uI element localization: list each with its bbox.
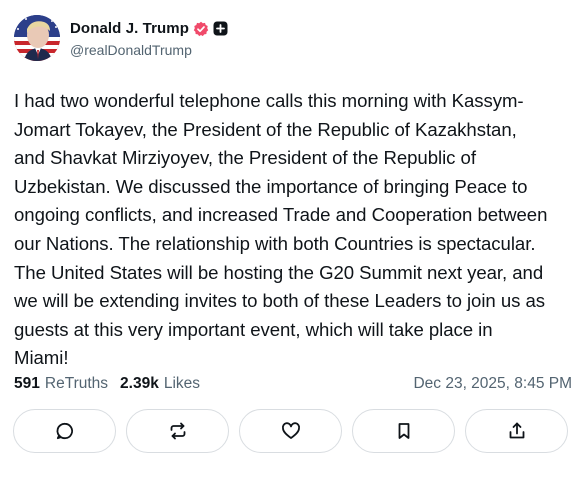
avatar-image [14,15,60,61]
author-info: Donald J. Trump @realDonaldTrump [70,19,228,58]
share-button[interactable] [465,409,568,453]
reply-icon [56,422,73,440]
likes-label: Likes [163,375,201,392]
retruths-label: ReTruths [44,375,109,392]
name-row: Donald J. Trump [70,19,228,39]
post-stats: 591 ReTruths 2.39k Likes [14,374,200,394]
retruths-stat[interactable]: 591 ReTruths [14,375,108,393]
likes-stat[interactable]: 2.39k Likes [120,375,200,393]
handle[interactable]: @realDonaldTrump [70,42,228,58]
verified-badge-icon [193,21,209,36]
retruth-icon [170,422,185,440]
bookmark-icon [398,423,409,439]
truth-post: Donald J. Trump @realDonaldTrump I had t… [0,0,584,483]
bookmark-button[interactable] [352,409,455,453]
post-header: Donald J. Trump @realDonaldTrump [14,14,228,62]
action-bar [13,409,568,453]
retruth-button[interactable] [126,409,229,453]
reply-button[interactable] [13,409,116,453]
plus-badge-icon [213,21,228,36]
display-name[interactable]: Donald J. Trump [70,20,189,37]
post-text: I had two wonderful telephone calls this… [14,90,548,369]
retruths-count: 591 [14,375,40,392]
like-button[interactable] [239,409,342,453]
heart-icon [281,422,300,439]
post-timestamp[interactable]: Dec 23, 2025, 8:45 PM [413,374,572,394]
likes-count: 2.39k [120,375,159,392]
avatar[interactable] [14,15,60,61]
share-icon [509,422,524,439]
